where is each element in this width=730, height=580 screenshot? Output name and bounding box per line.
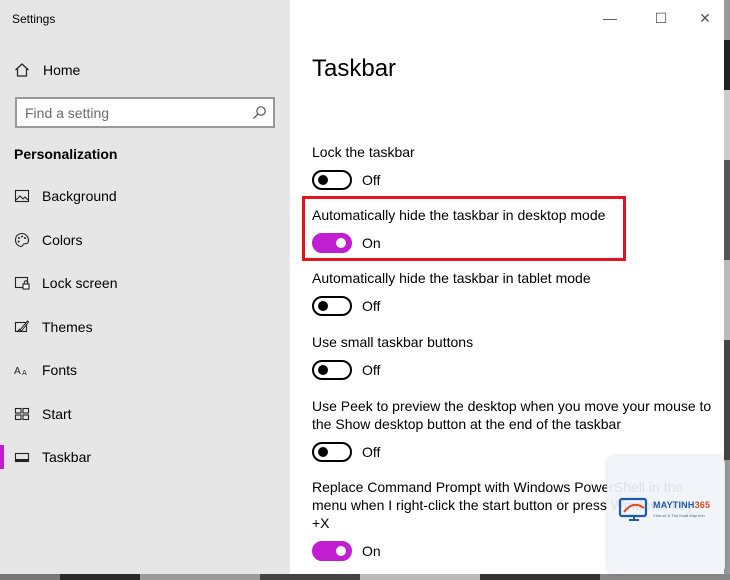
search-input[interactable]	[17, 99, 245, 126]
sidebar-item-label: Background	[42, 188, 117, 204]
sidebar: Settings Home Personalization Background	[0, 0, 290, 574]
page-title: Taskbar	[312, 55, 397, 82]
image-icon	[14, 188, 30, 204]
toggle-state: Off	[362, 298, 381, 314]
close-button[interactable]: ✕	[695, 8, 715, 28]
search-icon[interactable]	[252, 105, 267, 120]
toggle-knob	[318, 175, 328, 185]
toggle-state: Off	[362, 172, 381, 188]
monitor-logo-icon	[617, 496, 651, 524]
active-indicator	[0, 445, 4, 469]
toggle-knob	[336, 546, 346, 556]
small-buttons-toggle[interactable]	[312, 360, 352, 380]
taskbar-icon	[14, 449, 30, 465]
sidebar-item-colors[interactable]: Colors	[0, 224, 290, 256]
toggle-knob	[318, 365, 328, 375]
lock-screen-icon	[14, 275, 30, 291]
setting-label: Use Peek to preview the desktop when you…	[312, 398, 712, 432]
sidebar-item-themes[interactable]: Themes	[0, 311, 290, 343]
themes-icon	[14, 319, 30, 335]
sidebar-item-label: Taskbar	[42, 449, 92, 465]
setting-label: Use small taskbar buttons	[312, 334, 474, 350]
peek-toggle[interactable]	[312, 442, 352, 462]
home-icon	[14, 62, 30, 78]
lock-taskbar-toggle[interactable]	[312, 170, 352, 190]
sidebar-item-label: Colors	[42, 232, 83, 248]
svg-text:A: A	[22, 369, 27, 377]
minimize-button[interactable]: —	[600, 8, 620, 28]
sidebar-item-background[interactable]: Background	[0, 180, 290, 212]
palette-icon	[14, 232, 30, 248]
toggle-state: Off	[362, 444, 381, 460]
fonts-icon: AA	[14, 362, 30, 378]
maximize-button[interactable]: ☐	[651, 8, 671, 28]
sidebar-item-start[interactable]: Start	[0, 398, 290, 430]
sidebar-item-label: Start	[42, 406, 72, 422]
toggle-knob	[318, 447, 328, 457]
start-icon	[14, 406, 30, 422]
sidebar-item-taskbar[interactable]: Taskbar	[0, 441, 290, 473]
nav-home-label: Home	[43, 62, 81, 78]
setting-label: Lock the taskbar	[312, 144, 415, 160]
setting-lock-taskbar: Lock the taskbar Off	[312, 143, 712, 192]
svg-text:A: A	[14, 366, 21, 377]
sidebar-item-fonts[interactable]: AA Fonts	[0, 354, 290, 386]
watermark-tagline: Chia sẻ & Thủ thuật Máy tính	[653, 513, 705, 518]
section-title: Personalization	[14, 146, 118, 162]
sidebar-item-label: Fonts	[42, 362, 78, 378]
highlight-box	[302, 196, 626, 261]
desktop-background-bottom	[0, 574, 730, 580]
setting-label: Automatically hide the taskbar in tablet…	[312, 270, 591, 286]
search-box	[15, 97, 275, 128]
autohide-tablet-toggle[interactable]	[312, 296, 352, 316]
nav-home[interactable]: Home	[0, 56, 290, 84]
watermark-logo: MAYTINH365 Chia sẻ & Thủ thuật Máy tính	[607, 456, 725, 574]
watermark-brand: MAYTINH365	[653, 500, 711, 510]
setting-small-buttons: Use small taskbar buttons Off	[312, 333, 712, 382]
setting-autohide-tablet: Automatically hide the taskbar in tablet…	[312, 269, 712, 318]
toggle-knob	[318, 301, 328, 311]
sidebar-item-lock-screen[interactable]: Lock screen	[0, 267, 290, 299]
toggle-state: On	[362, 543, 381, 559]
powershell-toggle[interactable]	[312, 541, 352, 561]
sidebar-item-label: Lock screen	[42, 275, 118, 291]
sidebar-item-label: Themes	[42, 319, 93, 335]
toggle-state: Off	[362, 362, 381, 378]
app-title: Settings	[12, 12, 56, 26]
setting-peek: Use Peek to preview the desktop when you…	[312, 397, 712, 464]
